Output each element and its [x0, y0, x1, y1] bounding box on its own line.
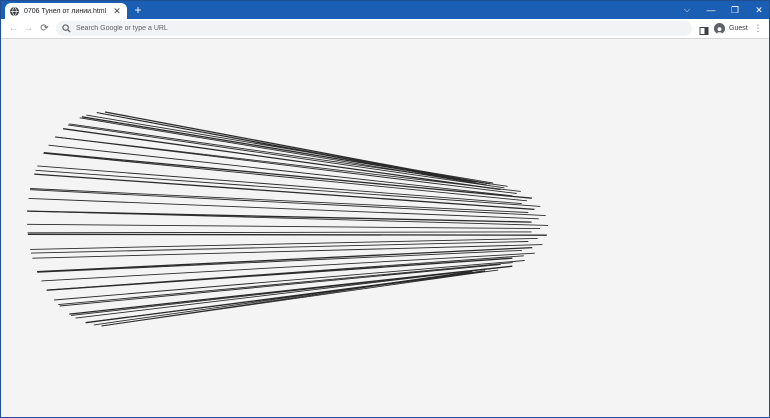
new-tab-button[interactable]: +: [132, 4, 144, 16]
browser-toolbar: ← → ⟳ Search Google or type a URL Guest …: [1, 19, 769, 39]
tunnel-line: [27, 233, 547, 236]
tunnel-line: [27, 231, 532, 234]
reload-button[interactable]: ⟳: [38, 22, 51, 35]
minimize-button[interactable]: —: [699, 1, 723, 19]
browser-window: 0706 Тунел от линии.html ✕ + ⌵ — ❐ ✕ ← →…: [0, 0, 770, 418]
address-bar[interactable]: [56, 21, 692, 36]
tunnel-canvas: [27, 111, 549, 327]
search-icon: [62, 24, 72, 34]
tunnel-line: [54, 260, 525, 301]
back-button[interactable]: ←: [7, 22, 20, 35]
tunnel-line: [75, 268, 488, 319]
restore-button[interactable]: ❐: [723, 1, 747, 19]
tab-title: 0706 Тунел от линии.html: [24, 7, 107, 15]
profile-button[interactable]: Guest: [714, 21, 748, 36]
guest-avatar-icon: [714, 23, 725, 34]
active-tab[interactable]: 0706 Тунел от линии.html ✕: [5, 3, 127, 19]
tunnel-line: [93, 271, 473, 326]
side-panel-icon[interactable]: [699, 23, 709, 35]
close-tab-icon[interactable]: ✕: [112, 6, 122, 16]
tunnel-line: [67, 124, 505, 189]
tunnel-line: [27, 210, 549, 226]
tunnel-line: [29, 189, 546, 217]
tunnel-line: [101, 271, 471, 327]
close-window-button[interactable]: ✕: [747, 1, 769, 19]
tunnel-line: [86, 114, 494, 184]
tunnel-line: [27, 223, 541, 230]
window-controls: ⌵ — ❐ ✕: [675, 1, 769, 19]
tunnel-line: [37, 165, 522, 205]
forward-button[interactable]: →: [22, 22, 35, 35]
page-viewport: [1, 39, 769, 417]
tab-search-button[interactable]: ⌵: [675, 1, 699, 19]
tunnel-line: [30, 237, 538, 250]
address-input[interactable]: [76, 22, 636, 35]
globe-icon: [10, 6, 19, 16]
tunnel-line: [28, 197, 539, 220]
tab-strip: 0706 Тунел от линии.html ✕ + ⌵ — ❐ ✕: [1, 1, 769, 19]
profile-label: Guest: [729, 25, 748, 32]
menu-icon[interactable]: ⋮: [753, 22, 763, 35]
